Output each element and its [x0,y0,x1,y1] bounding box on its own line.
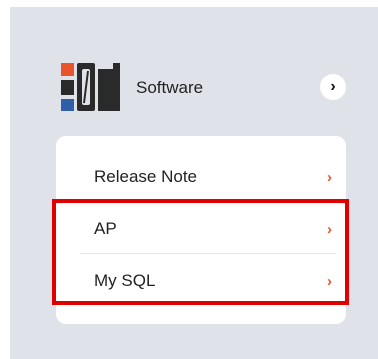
menu-item-release-note[interactable]: Release Note › [94,157,332,197]
header-title: Software [136,78,204,97]
chevron-right-icon: › [327,168,332,186]
software-header[interactable]: Software [60,61,360,113]
chevron-right-icon[interactable]: › [320,74,346,100]
menu-item-label: Release Note [94,167,198,186]
software-logo-icon [61,63,120,111]
annotation-highlight-box [52,199,349,305]
